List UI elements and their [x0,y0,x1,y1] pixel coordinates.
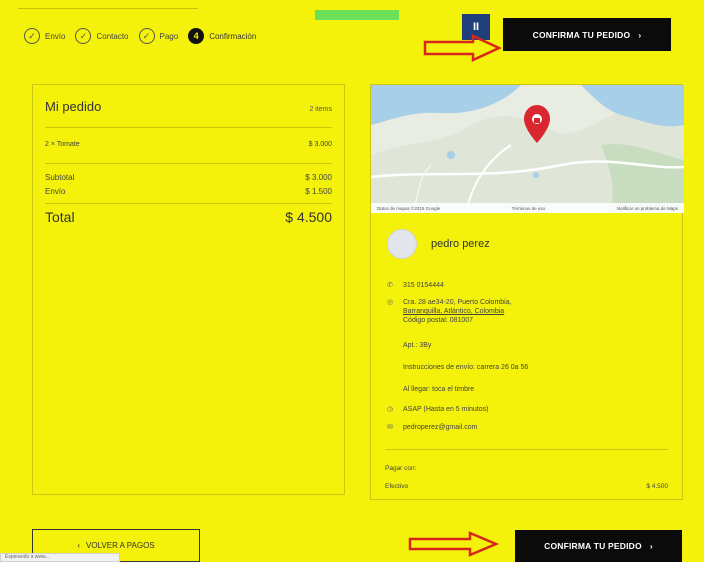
step-confirmacion[interactable]: 4 Confirmación [188,28,256,44]
total-value: $ 4.500 [285,209,332,225]
subtotal-label: Subtotal [45,173,75,182]
chevron-left-icon: ‹ [77,541,81,550]
payment-amount: $ 4.500 [646,483,668,490]
order-count: 2 items [309,106,332,113]
email-address: pedroperez@gmail.com [403,424,478,431]
check-circle-icon: ✓ [75,28,92,44]
phone-row: ✆ 315 0154444 [385,281,444,290]
order-item: 2 × Tomate $ 3.000 [45,141,332,148]
step-label: Pago [159,31,179,41]
user-name: pedro perez [431,238,490,250]
shipping-label: Envío [45,187,66,196]
browser-status-bar: Esperando a www... [0,553,120,562]
arrival-row: Al llegar: toca el timbre [385,385,474,394]
apt-row: Apt.: 3By [385,341,431,350]
phone-icon: ✆ [387,282,393,289]
item-name: 2 × Tomate [45,141,80,148]
step-label: Contacto [96,31,129,41]
top-divider [18,8,198,9]
arrow-right-icon [408,531,500,557]
subtotal-value: $ 3.000 [305,173,332,182]
map-image [371,85,684,213]
shipping-row: Envío $ 1.500 [45,187,332,196]
shipping-value: $ 1.500 [305,187,332,196]
arrow-right-icon [423,34,502,62]
green-strip [315,10,399,20]
back-label: VOLVER A PAGOS [86,541,155,550]
user-profile: pedro perez [387,229,490,259]
order-title: Mi pedido [45,99,102,114]
total-row: Total $ 4.500 [45,209,332,225]
confirm-order-button-bottom[interactable]: CONFIRMA TU PEDIDO › [515,530,682,562]
payment-method: Efectivo [385,483,409,490]
top-bar: ✓ Envío ✓ Contacto ✓ Pago 4 Confirmación… [0,0,704,62]
order-summary: Mi pedido 2 items 2 × Tomate $ 3.000 Sub… [32,84,345,495]
address-row: ◎ Cra. 28 ae34-20, Puerto Colombia, Barr… [385,298,512,325]
clock-icon: ◷ [386,406,394,413]
shipping-instructions: Instrucciones de envío: carrera 26 0a 56 [403,364,529,371]
item-price: $ 3.000 [308,141,332,148]
timing-row: ◷ ASAP (Hasta en 5 minutos) [385,405,489,414]
payment-row: Efectivo $ 4.500 [385,483,668,490]
divider [45,127,332,128]
address-line1: Cra. 28 ae34-20, Puerto Colombia, [403,299,512,306]
map-data-credit: Datos de mapas ©2019 Google [377,205,441,211]
check-circle-icon: ✓ [138,28,155,44]
address-line2: Barranquilla, Atlántico, Colombia [403,308,505,315]
mail-icon: ✉ [387,424,393,431]
phone-number: 315 0154444 [403,282,444,289]
map-attribution: Datos de mapas ©2019 Google Términos de … [371,203,684,213]
step-contacto[interactable]: ✓ Contacto [75,28,129,44]
step-pago[interactable]: ✓ Pago [138,28,179,44]
order-header: Mi pedido 2 items [45,99,332,114]
avatar [387,229,417,259]
step-envio[interactable]: ✓ Envío [24,28,65,44]
apartment: Apt.: 3By [403,342,432,349]
arrival-note: Al llegar: toca el timbre [403,386,475,393]
instructions-row: Instrucciones de envío: carrera 26 0a 56 [385,363,528,372]
email-row: ✉ pedroperez@gmail.com [385,423,477,432]
map[interactable]: Datos de mapas ©2019 Google Términos de … [371,85,684,213]
postal-code: Código postal: 081007 [403,317,474,324]
total-label: Total [45,209,75,225]
checkout-steps: ✓ Envío ✓ Contacto ✓ Pago 4 Confirmación [24,28,256,44]
map-terms-link[interactable]: Términos de uso [512,206,546,211]
divider [45,163,332,164]
step-label: Envío [45,31,66,41]
map-report-link[interactable]: Notificar un problema de Maps [617,206,678,211]
step-number-icon: 4 [188,28,205,44]
divider [45,203,332,204]
confirm-order-button[interactable]: CONFIRMA TU PEDIDO › [503,18,671,51]
subtotal-row: Subtotal $ 3.000 [45,173,332,182]
delivery-time: ASAP (Hasta en 5 minutos) [403,406,489,413]
address: Cra. 28 ae34-20, Puerto Colombia, Barran… [403,298,512,325]
confirm-label: CONFIRMA TU PEDIDO [532,29,631,40]
check-circle-icon: ✓ [24,28,40,44]
confirm-label: CONFIRMA TU PEDIDO [544,541,642,551]
divider [385,449,668,450]
pause-icon: II [472,21,480,33]
chevron-right-icon: › [649,541,653,551]
chevron-right-icon: › [638,29,642,40]
order-details: Datos de mapas ©2019 Google Términos de … [370,84,684,500]
step-label: Confirmación [209,31,257,41]
location-icon: ◎ [386,299,394,306]
payment-label: Pagar con: [385,465,417,472]
